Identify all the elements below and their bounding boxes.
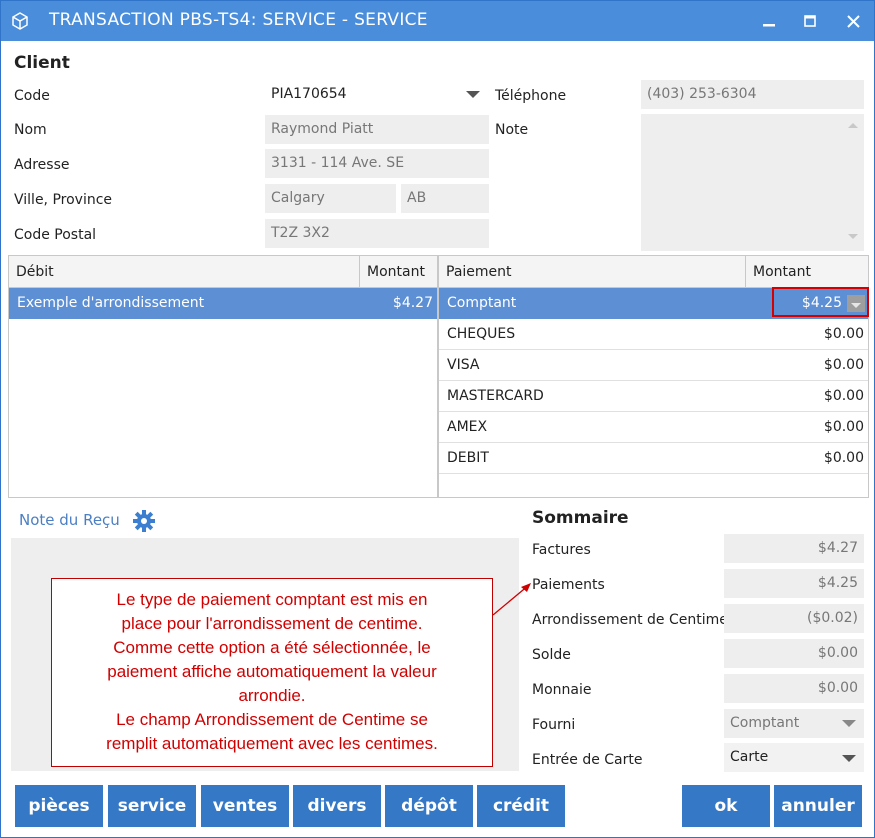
annotation-callout: Le type de paiement comptant est mis en … xyxy=(51,578,493,767)
debit-row-label: Exemple d'arrondissement xyxy=(17,295,205,311)
payment-montant-column-header[interactable]: Montant xyxy=(746,256,868,288)
highlight-box xyxy=(772,287,869,317)
adresse-field[interactable]: 3131 - 114 Ave. SE xyxy=(265,149,489,178)
note-textarea[interactable] xyxy=(641,114,864,251)
payment-row-label: MASTERCARD xyxy=(447,388,544,404)
callout-line: remplit automatiquement avec les centime… xyxy=(106,734,438,753)
payment-row-amount[interactable]: $0.00 xyxy=(746,350,868,381)
callout-line: paiement affiche automatiquement la vale… xyxy=(107,662,437,681)
credit-button[interactable]: crédit xyxy=(477,785,565,827)
ville-province-label: Ville, Province xyxy=(14,192,113,208)
debit-grid: Débit Montant Exemple d'arrondissement $… xyxy=(8,255,438,498)
fourni-dropdown-arrow-icon[interactable] xyxy=(842,720,856,727)
debit-row[interactable]: Exemple d'arrondissement $4.27 xyxy=(9,288,437,319)
payment-row-cheques[interactable]: CHEQUES $0.00 xyxy=(439,319,868,350)
debit-row-amount: $4.27 xyxy=(392,295,433,311)
code-combobox[interactable]: PIA170654 xyxy=(265,80,489,109)
fourni-label: Fourni xyxy=(532,717,576,733)
adresse-label: Adresse xyxy=(14,157,70,173)
paiement-column-header[interactable]: Paiement xyxy=(439,256,746,288)
payment-grid-header: Paiement Montant xyxy=(439,256,868,288)
province-field[interactable]: AB xyxy=(401,184,489,213)
payment-row-label: CHEQUES xyxy=(447,326,516,342)
callout-line: Comme cette option a été sélectionnée, l… xyxy=(113,638,431,657)
arrondissement-value: ($0.02) xyxy=(724,604,864,633)
maximize-button[interactable] xyxy=(796,7,824,35)
minimize-button[interactable] xyxy=(755,7,783,35)
maximize-icon xyxy=(804,15,816,27)
payment-row-debit[interactable]: DEBIT $0.00 xyxy=(439,443,868,474)
debit-grid-header: Débit Montant xyxy=(9,256,437,288)
paiements-value: $4.25 xyxy=(724,569,864,598)
entree-carte-label: Entrée de Carte xyxy=(532,752,643,768)
sommaire-heading: Sommaire xyxy=(532,508,629,528)
code-label: Code xyxy=(14,88,50,104)
pieces-button[interactable]: pièces xyxy=(15,785,103,827)
service-button[interactable]: service xyxy=(108,785,196,827)
factures-label: Factures xyxy=(532,542,591,558)
code-postal-field[interactable]: T2Z 3X2 xyxy=(265,219,489,248)
note-du-recu-label: Note du Reçu xyxy=(19,511,120,529)
scroll-down-icon[interactable] xyxy=(847,233,859,241)
code-postal-label: Code Postal xyxy=(14,227,97,243)
callout-line: Le type de paiement comptant est mis en xyxy=(116,590,428,609)
callout-arrow-icon xyxy=(492,583,531,616)
close-button[interactable] xyxy=(839,7,867,35)
payment-row-amex[interactable]: AMEX $0.00 xyxy=(439,412,868,443)
minimize-icon xyxy=(763,24,775,27)
solde-label: Solde xyxy=(532,647,571,663)
solde-value: $0.00 xyxy=(724,639,864,668)
transaction-window: TRANSACTION PBS-TS4: SERVICE - SERVICE C… xyxy=(0,0,875,838)
telephone-field[interactable]: (403) 253-6304 xyxy=(641,80,864,109)
code-value: PIA170654 xyxy=(271,86,347,102)
window-title: TRANSACTION PBS-TS4: SERVICE - SERVICE xyxy=(49,10,428,30)
entree-carte-dropdown-arrow-icon[interactable] xyxy=(842,755,856,762)
payment-row-label: AMEX xyxy=(447,419,488,435)
client-heading: Client xyxy=(14,53,70,73)
ville-field[interactable]: Calgary xyxy=(265,184,396,213)
payment-row-visa[interactable]: VISA $0.00 xyxy=(439,350,868,381)
monnaie-label: Monnaie xyxy=(532,682,592,698)
telephone-label: Téléphone xyxy=(495,88,567,104)
ventes-button[interactable]: ventes xyxy=(201,785,289,827)
payment-row-amount[interactable]: $0.00 xyxy=(746,319,868,350)
title-bar: TRANSACTION PBS-TS4: SERVICE - SERVICE xyxy=(1,1,874,41)
scroll-up-icon[interactable] xyxy=(847,121,859,129)
callout-line: Le champ Arrondissement de Centime se xyxy=(116,710,428,729)
payment-row-label: VISA xyxy=(447,357,480,373)
factures-value: $4.27 xyxy=(724,534,864,563)
depot-button[interactable]: dépôt xyxy=(385,785,473,827)
paiements-label: Paiements xyxy=(532,577,605,593)
payment-row-mastercard[interactable]: MASTERCARD $0.00 xyxy=(439,381,868,412)
payment-row-label: Comptant xyxy=(447,295,517,311)
monnaie-value: $0.00 xyxy=(724,674,864,703)
annuler-button[interactable]: annuler xyxy=(774,785,862,827)
payment-row-amount[interactable]: $0.00 xyxy=(746,412,868,443)
arrondissement-label: Arrondissement de Centime xyxy=(532,612,728,628)
payment-row-label: DEBIT xyxy=(447,450,489,466)
close-icon xyxy=(846,15,860,28)
divers-button[interactable]: divers xyxy=(293,785,381,827)
payment-row-amount[interactable]: $0.00 xyxy=(746,443,868,474)
note-label: Note xyxy=(495,122,529,138)
callout-line: arrondie. xyxy=(238,686,306,705)
code-dropdown-arrow-icon[interactable] xyxy=(466,91,480,98)
nom-label: Nom xyxy=(14,122,47,138)
nom-field[interactable]: Raymond Piatt xyxy=(265,115,489,144)
debit-column-header[interactable]: Débit xyxy=(9,256,360,288)
callout-line: place pour l'arrondissement de centime. xyxy=(121,614,423,633)
cube-icon xyxy=(12,12,28,30)
gear-icon[interactable] xyxy=(132,509,156,533)
debit-montant-column-header[interactable]: Montant xyxy=(360,256,437,288)
payment-row-amount[interactable]: $0.00 xyxy=(746,381,868,412)
ok-button[interactable]: ok xyxy=(682,785,770,827)
